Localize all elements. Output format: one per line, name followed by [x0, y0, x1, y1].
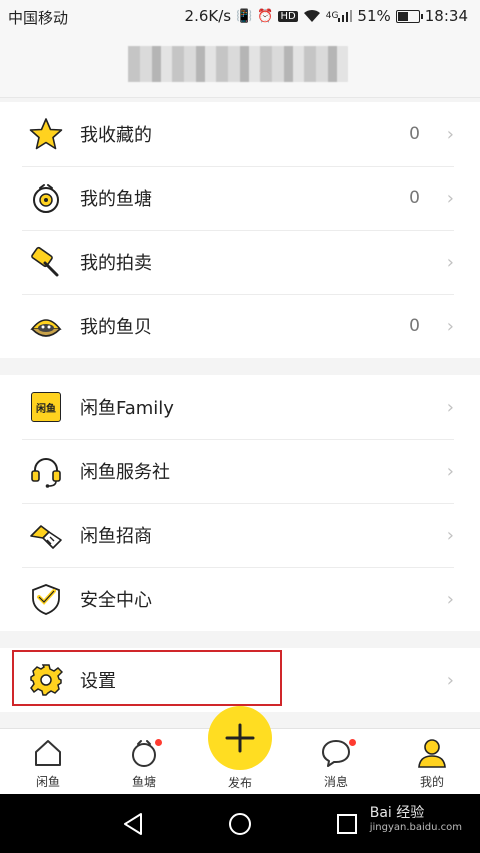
- tab-profile[interactable]: 我的: [392, 729, 472, 795]
- menu-item-fish-shells[interactable]: 我的鱼贝 0 ›: [0, 294, 480, 358]
- menu-label: 闲鱼Family: [80, 398, 174, 419]
- battery-percent: 51%: [357, 7, 391, 25]
- pond-tab-icon: [128, 737, 162, 769]
- chevron-right-icon: ›: [446, 524, 454, 546]
- menu-item-my-ponds[interactable]: 我的鱼塘 0 ›: [0, 166, 480, 230]
- hd-icon: HD: [278, 10, 298, 22]
- network-speed: 2.6K/s: [184, 7, 232, 25]
- vibrate-icon: 📳: [236, 8, 253, 24]
- notification-dot: [155, 739, 162, 746]
- menu-item-favorites[interactable]: 我收藏的 0 ›: [0, 102, 480, 166]
- recents-icon[interactable]: [336, 813, 358, 835]
- profile-icon: [416, 737, 448, 769]
- family-badge-icon: 闲鱼: [28, 389, 64, 425]
- auction-hammer-icon: [28, 244, 64, 280]
- tab-ponds[interactable]: 鱼塘: [104, 729, 184, 795]
- profile-header: [0, 34, 480, 98]
- chevron-right-icon: ›: [446, 315, 454, 337]
- watermark-brand: Bai 经验: [369, 805, 425, 821]
- chevron-right-icon: ›: [446, 396, 454, 418]
- menu-count: 0: [409, 188, 420, 208]
- chevron-right-icon: ›: [446, 669, 454, 691]
- menu-group-services: 闲鱼 闲鱼Family › 闲鱼服务社 › 闲鱼招商 › 安全中心 ›: [0, 375, 480, 631]
- shield-icon: [28, 581, 64, 617]
- menu-label: 闲鱼招商: [80, 526, 152, 547]
- menu-count: 0: [409, 124, 420, 144]
- header-divider: [0, 97, 480, 98]
- menu-label: 我收藏的: [80, 125, 152, 146]
- back-icon[interactable]: [122, 812, 144, 836]
- handshake-icon: [28, 517, 64, 553]
- menu-item-security-center[interactable]: 安全中心 ›: [0, 567, 480, 631]
- settings-highlight-box: [12, 650, 282, 706]
- tab-home[interactable]: 闲鱼: [8, 729, 88, 795]
- publish-label: 发布: [227, 776, 252, 790]
- system-nav-bar: Bai 经验 jingyan.baidu.com: [0, 794, 480, 853]
- menu-group-personal: 我收藏的 0 › 我的鱼塘 0 › 我的拍卖 › 我的鱼贝 0 ›: [0, 102, 480, 358]
- family-badge-text: 闲鱼: [31, 392, 61, 422]
- chevron-right-icon: ›: [446, 460, 454, 482]
- home-icon: [32, 737, 64, 769]
- menu-item-merchants[interactable]: 闲鱼招商 ›: [0, 503, 480, 567]
- chevron-right-icon: ›: [446, 588, 454, 610]
- shell-icon: [28, 308, 64, 344]
- pond-icon: [28, 180, 64, 216]
- menu-label: 我的鱼贝: [80, 317, 152, 338]
- carrier-label: 中国移动: [8, 9, 69, 27]
- wifi-icon: [303, 9, 321, 23]
- signal-icon: 4G: [326, 10, 353, 22]
- watermark-url: jingyan.baidu.com: [369, 822, 462, 833]
- watermark: Bai 经验 jingyan.baidu.com: [370, 802, 462, 833]
- network-type: 4G: [325, 11, 339, 21]
- tab-label: 消息: [323, 775, 348, 789]
- tab-messages[interactable]: 消息: [296, 729, 376, 795]
- menu-label: 我的鱼塘: [80, 189, 152, 210]
- clock: 18:34: [424, 7, 468, 25]
- menu-count: 0: [409, 316, 420, 336]
- headset-icon: [28, 453, 64, 489]
- publish-button[interactable]: [208, 706, 272, 770]
- alarm-icon: ⏰: [257, 8, 274, 24]
- menu-label: 安全中心: [80, 590, 152, 611]
- home-circle-icon[interactable]: [228, 812, 252, 836]
- battery-icon: [395, 9, 423, 23]
- chevron-right-icon: ›: [446, 123, 454, 145]
- chevron-right-icon: ›: [446, 187, 454, 209]
- tab-label: 我的: [419, 775, 444, 789]
- menu-item-service-club[interactable]: 闲鱼服务社 ›: [0, 439, 480, 503]
- plus-icon: [225, 723, 255, 753]
- menu-label: 闲鱼服务社: [80, 462, 170, 483]
- chevron-right-icon: ›: [446, 251, 454, 273]
- tab-label: 闲鱼: [35, 775, 60, 789]
- star-icon: [28, 116, 64, 152]
- message-icon: [320, 737, 356, 769]
- menu-item-my-auctions[interactable]: 我的拍卖 ›: [0, 230, 480, 294]
- status-bar: 中国移动 2.6K/s 📳 ⏰ HD 4G 51% 18:34: [0, 0, 480, 34]
- notification-dot: [349, 739, 356, 746]
- menu-item-family[interactable]: 闲鱼 闲鱼Family ›: [0, 375, 480, 439]
- blurred-username: [128, 46, 348, 82]
- menu-label: 我的拍卖: [80, 253, 152, 274]
- tab-label: 鱼塘: [131, 775, 156, 789]
